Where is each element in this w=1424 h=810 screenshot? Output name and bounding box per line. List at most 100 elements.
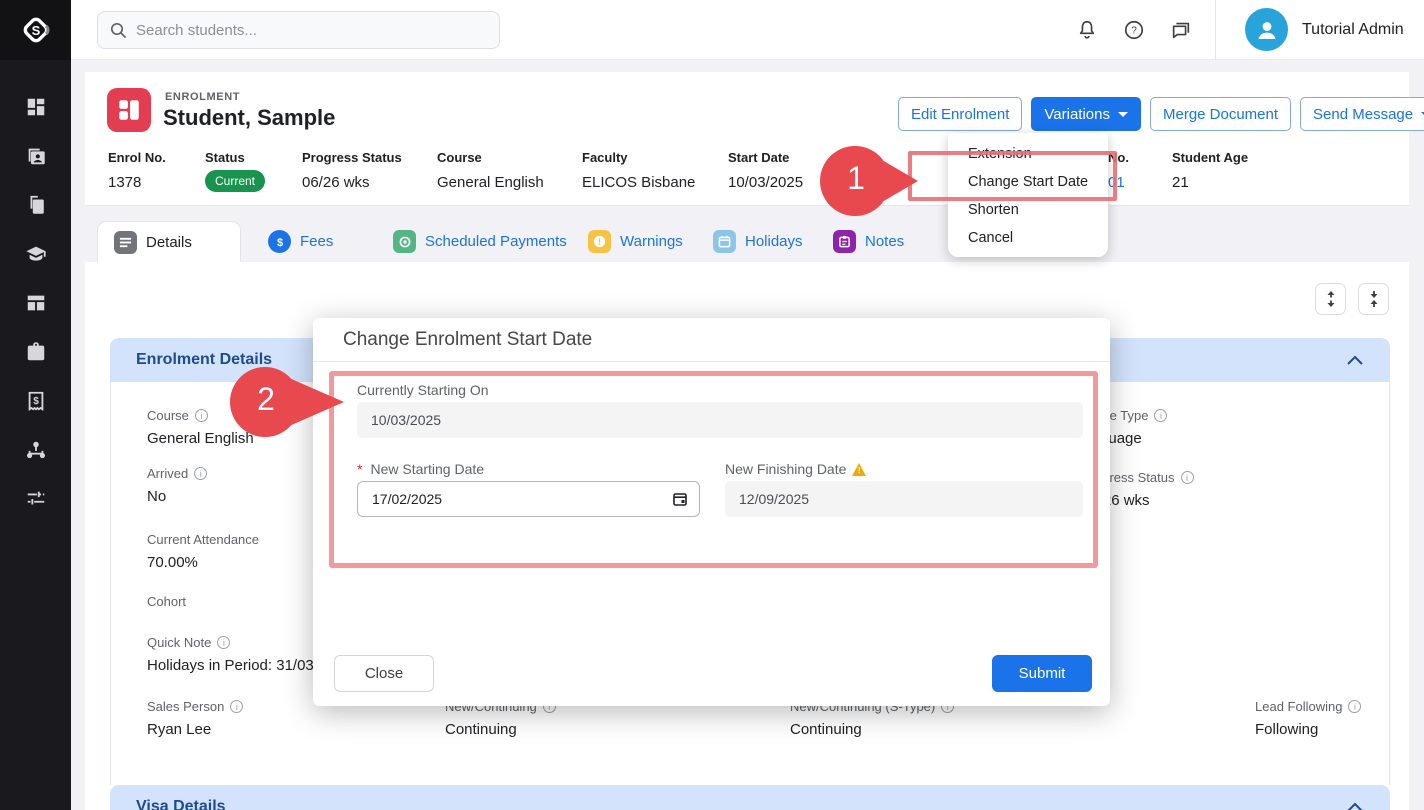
field-label: Sales Person [147,699,224,714]
details-icon [114,231,137,254]
layout-icon [25,292,47,314]
chevron-up-icon[interactable] [1346,802,1364,810]
user-avatar[interactable] [1245,8,1288,51]
modal-header: Change Enrolment Start Date [313,318,1110,362]
help-button[interactable]: ? [1121,17,1147,43]
sidebar-item-settings[interactable] [24,488,48,510]
info-icon[interactable] [195,409,208,422]
tab-label: Details [146,234,192,251]
tab-details[interactable]: Details [97,221,241,262]
info-value: 1378 [108,174,166,191]
menu-item-cancel[interactable]: Cancel [948,224,1108,252]
field-lead-following: Lead Following Following [1255,699,1361,738]
edit-enrolment-button[interactable]: Edit Enrolment [898,97,1022,131]
svg-text:$: $ [276,237,282,249]
dollar-icon: $ [268,230,291,253]
info-icon[interactable] [230,700,243,713]
annotation-arrow-2: 2 [228,365,346,439]
header-actions: Edit Enrolment Variations Merge Document… [898,97,1424,131]
info-icon[interactable] [194,467,207,480]
tab-label: Holidays [745,233,803,250]
sidebar-item-courses[interactable] [24,243,48,265]
info-icon[interactable] [1181,471,1194,484]
chat-button[interactable] [1168,17,1194,43]
info-enrol-no: Enrol No. 1378 [108,150,166,191]
field-label: Current Attendance [147,532,259,547]
sidebar-item-classes[interactable] [24,292,48,314]
money-icon: $ [25,390,47,412]
sidebar-item-dashboard[interactable] [24,96,48,118]
scheduled-payments-icon [393,230,416,253]
field-label: Quick Note [147,635,211,650]
tab-label: Scheduled Payments [425,233,567,250]
pages-icon [25,194,47,216]
tab-holidays[interactable]: Holidays [713,230,803,253]
collapse-all-button[interactable] [1358,283,1389,315]
field-sales-person: Sales Person Ryan Lee [147,699,243,738]
info-label: Progress Status [302,150,402,165]
tab-label: Warnings [620,233,683,250]
send-message-button[interactable]: Send Message [1300,97,1424,131]
field-current-attendance: Current Attendance 70.00% [147,532,259,571]
sidebar-item-marketing[interactable] [24,439,48,461]
info-label: Enrol No. [108,150,166,165]
merge-document-button[interactable]: Merge Document [1150,97,1291,131]
sidebar-item-students[interactable] [24,145,48,167]
tab-fees[interactable]: $ Fees [268,230,333,253]
chevron-up-icon[interactable] [1346,355,1364,366]
search-icon [110,22,127,39]
search-input[interactable] [136,22,476,39]
user-name[interactable]: Tutorial Admin [1302,21,1404,39]
topbar: ? Tutorial Admin [71,0,1424,60]
svg-text:?: ? [1131,26,1137,37]
student-search[interactable] [97,11,500,49]
entity-type-label: ENROLMENT [165,91,240,103]
person-icon [1254,17,1280,43]
svg-text:!: ! [598,237,601,248]
info-icon[interactable] [217,636,230,649]
modal-title: Change Enrolment Start Date [343,329,592,351]
svg-text:$: $ [33,396,39,407]
network-icon [24,439,48,461]
graduation-cap-icon [24,243,48,265]
notifications-button[interactable] [1074,17,1100,43]
info-faculty: Faculty ELICOS Bisbane [582,150,695,191]
tab-label: Fees [300,233,333,250]
student-card-icon [25,145,47,167]
info-label: Course [437,150,544,165]
variations-button[interactable]: Variations [1031,97,1141,131]
info-start-date: Start Date 10/03/2025 [728,150,803,191]
field-label: Lead Following [1255,699,1342,714]
field-value: Continuing [790,721,954,738]
sidebar-item-finance[interactable]: $ [24,390,48,412]
info-label: Start Date [728,150,803,165]
change-start-date-modal: Change Enrolment Start Date Currently St… [313,318,1110,706]
info-icon[interactable] [1348,700,1361,713]
enrolment-entity-icon [107,88,151,132]
expand-all-button[interactable] [1315,283,1346,315]
info-student-age: Student Age 21 [1172,150,1248,191]
info-value: 10/03/2025 [728,174,803,191]
tab-scheduled-payments[interactable]: Scheduled Payments [393,230,567,253]
sidebar-nav: $ [0,60,71,810]
sidebar-item-agents[interactable] [24,341,48,363]
chat-icon [1170,19,1192,41]
info-value: 21 [1172,174,1248,191]
sidebar-item-documents[interactable] [24,194,48,216]
topbar-divider [1215,0,1216,60]
page-title: Student, Sample [163,105,335,131]
tab-warnings[interactable]: ! Warnings [588,230,683,253]
field-cohort: Cohort [147,594,186,616]
submit-button[interactable]: Submit [992,655,1092,692]
sliders-icon [25,488,47,510]
info-icon[interactable] [1154,409,1167,422]
briefcase-icon [25,341,47,363]
field-label: Arrived [147,466,188,481]
field-value: Continuing [445,721,556,738]
app-logo[interactable]: S [0,0,71,60]
close-button[interactable]: Close [334,655,434,692]
tab-notes[interactable]: Notes [833,230,904,253]
visa-details-panel-header[interactable]: Visa Details [110,785,1390,810]
status-badge: Current [205,170,265,192]
field-value: 70.00% [147,554,259,571]
